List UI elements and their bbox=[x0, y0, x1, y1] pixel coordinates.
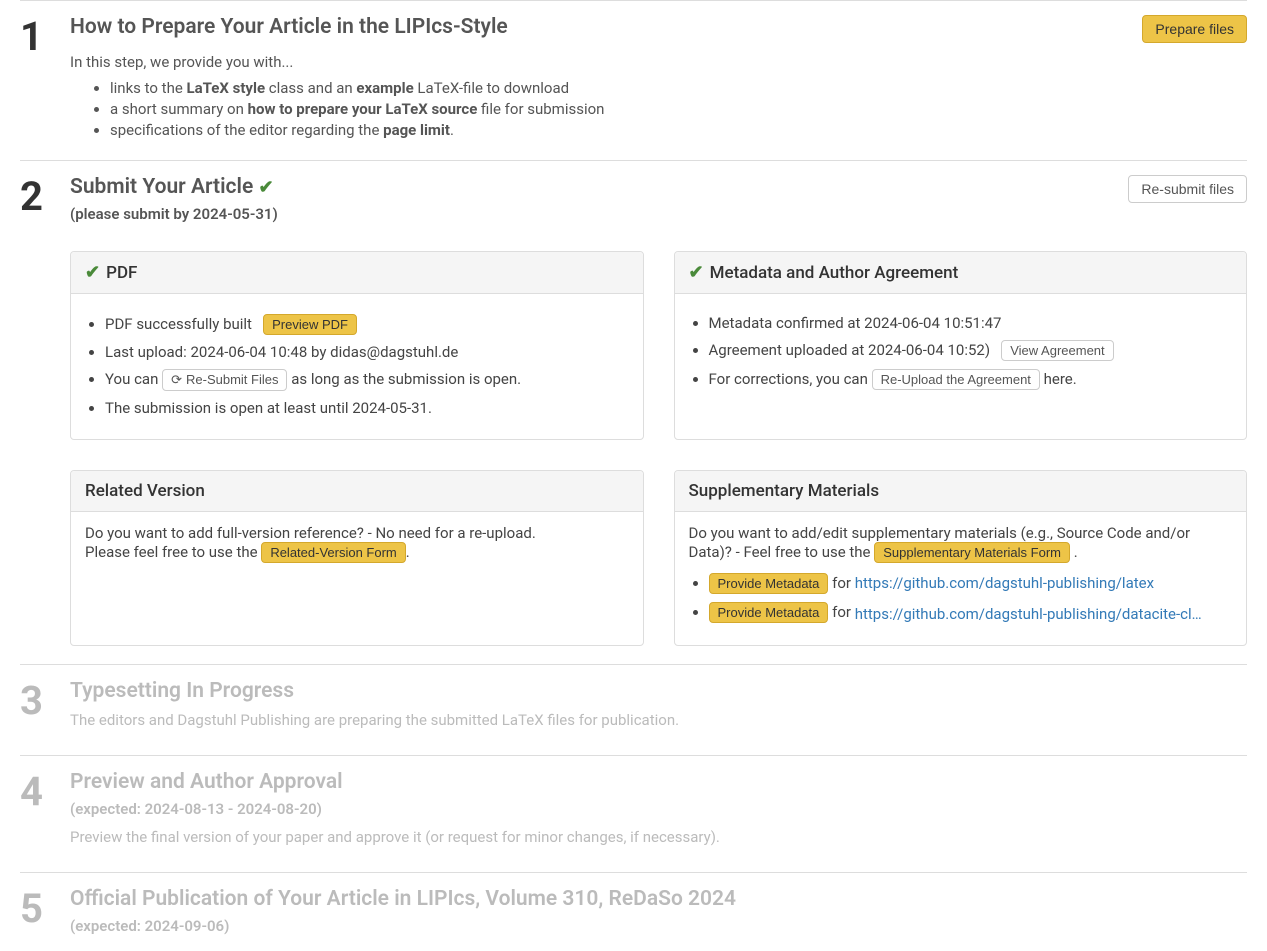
step-intro: In this step, we provide you with... bbox=[70, 53, 1247, 71]
bullet-item: links to the LaTeX style class and an ex… bbox=[110, 79, 1247, 97]
step-body: Submit Your Article ✔ (please submit by … bbox=[70, 175, 1247, 646]
list-item: For corrections, you can Re-Upload the A… bbox=[709, 369, 1233, 390]
step-2: 2 Submit Your Article ✔ (please submit b… bbox=[20, 160, 1247, 664]
resubmit-files-inline-button[interactable]: ⟳Re-Submit Files bbox=[162, 369, 287, 391]
supp-intro: Do you want to add/edit supplementary ma… bbox=[689, 524, 1233, 563]
related-version-form-button[interactable]: Related-Version Form bbox=[261, 542, 405, 563]
prepare-files-button[interactable]: Prepare files bbox=[1142, 15, 1247, 43]
list-item: Last upload: 2024-06-04 10:48 by didas@d… bbox=[105, 343, 629, 361]
panel-heading: Supplementary Materials bbox=[675, 471, 1247, 512]
list-item: Provide Metadata for https://github.com/… bbox=[709, 573, 1233, 594]
reupload-agreement-button[interactable]: Re-Upload the Agreement bbox=[872, 369, 1040, 390]
step-number: 4 bbox=[20, 770, 70, 854]
list-item: The submission is open at least until 20… bbox=[105, 399, 629, 417]
bullet-item: a short summary on how to prepare your L… bbox=[110, 100, 1247, 118]
step-title: How to Prepare Your Article in the LIPIc… bbox=[70, 15, 508, 39]
resubmit-files-button[interactable]: Re-submit files bbox=[1128, 175, 1247, 203]
related-text: Do you want to add full-version referenc… bbox=[85, 524, 629, 542]
step-title: Typesetting In Progress bbox=[70, 679, 1247, 703]
list-item: Agreement uploaded at 2024-06-04 10:52) … bbox=[709, 340, 1233, 361]
panel-heading: Related Version bbox=[71, 471, 643, 512]
step-number: 1 bbox=[20, 15, 70, 142]
panel-heading: ✔ Metadata and Author Agreement bbox=[675, 252, 1247, 294]
list-item: PDF successfully built Preview PDF bbox=[105, 314, 629, 335]
supp-link[interactable]: https://github.com/dagstuhl-publishing/d… bbox=[855, 605, 1205, 623]
pdf-panel: ✔ PDF PDF successfully built Preview PDF… bbox=[70, 251, 644, 440]
panel-heading: ✔ PDF bbox=[71, 252, 643, 294]
view-agreement-button[interactable]: View Agreement bbox=[1001, 340, 1113, 361]
step-title: Preview and Author Approval bbox=[70, 770, 1247, 794]
step-subtitle: (expected: 2024-09-06) bbox=[70, 917, 1247, 935]
step-4: 4 Preview and Author Approval (expected:… bbox=[20, 755, 1247, 872]
step-subtitle: (please submit by 2024-05-31) bbox=[70, 205, 278, 223]
preview-pdf-button[interactable]: Preview PDF bbox=[263, 314, 357, 335]
step-bullets: links to the LaTeX style class and an ex… bbox=[70, 79, 1247, 139]
related-version-panel: Related Version Do you want to add full-… bbox=[70, 470, 644, 646]
list-item: You can ⟳Re-Submit Files as long as the … bbox=[105, 369, 629, 391]
check-icon: ✔ bbox=[258, 177, 273, 198]
step-5: 5 Official Publication of Your Article i… bbox=[20, 872, 1247, 951]
list-item: Metadata confirmed at 2024-06-04 10:51:4… bbox=[709, 314, 1233, 332]
step-3: 3 Typesetting In Progress The editors an… bbox=[20, 664, 1247, 755]
step-1: 1 How to Prepare Your Article in the LIP… bbox=[20, 0, 1247, 160]
check-icon: ✔ bbox=[689, 262, 704, 283]
step-subtitle: (expected: 2024-08-13 - 2024-08-20) bbox=[70, 800, 1247, 818]
list-item: Provide Metadata for https://github.com/… bbox=[709, 602, 1233, 623]
related-text: Please feel free to use the Related-Vers… bbox=[85, 542, 629, 563]
supplementary-materials-panel: Supplementary Materials Do you want to a… bbox=[674, 470, 1248, 646]
supplementary-materials-form-button[interactable]: Supplementary Materials Form bbox=[874, 542, 1070, 563]
step-body: How to Prepare Your Article in the LIPIc… bbox=[70, 15, 1247, 142]
step-number: 5 bbox=[20, 887, 70, 945]
supp-link[interactable]: https://github.com/dagstuhl-publishing/l… bbox=[855, 574, 1154, 592]
step-title: Submit Your Article ✔ bbox=[70, 175, 278, 199]
provide-metadata-button[interactable]: Provide Metadata bbox=[709, 573, 829, 594]
provide-metadata-button[interactable]: Provide Metadata bbox=[709, 602, 829, 623]
bullet-item: specifications of the editor regarding t… bbox=[110, 121, 1247, 139]
step-desc: The editors and Dagstuhl Publishing are … bbox=[70, 711, 1247, 729]
check-icon: ✔ bbox=[85, 262, 100, 283]
step-number: 2 bbox=[20, 175, 70, 646]
step-number: 3 bbox=[20, 679, 70, 737]
refresh-icon: ⟳ bbox=[171, 372, 182, 388]
step-desc: Preview the final version of your paper … bbox=[70, 828, 1247, 846]
metadata-panel: ✔ Metadata and Author Agreement Metadata… bbox=[674, 251, 1248, 440]
step-title: Official Publication of Your Article in … bbox=[70, 887, 1247, 911]
